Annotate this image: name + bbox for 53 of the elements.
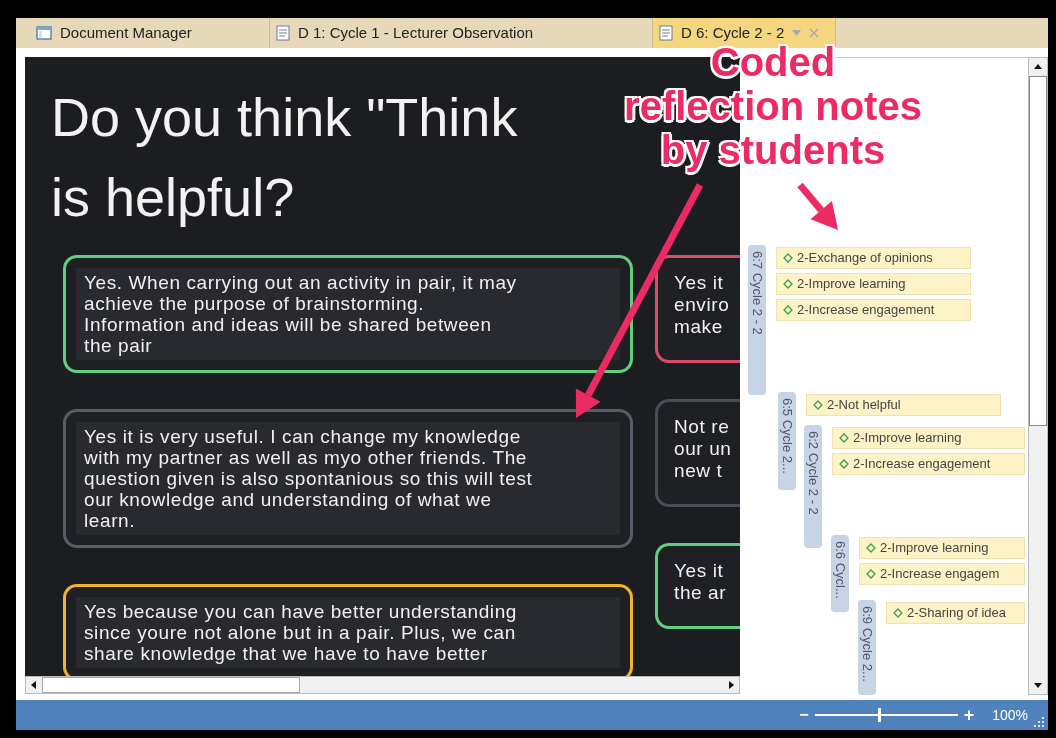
diamond-icon [783, 253, 793, 263]
code-label: 2-Improve learning [797, 275, 906, 294]
zoom-in-button[interactable]: + [963, 701, 975, 729]
segment-bar[interactable]: 6:5 Cycle 2... [778, 392, 796, 490]
zoom-reading: 100% [992, 705, 1028, 725]
diamond-icon [839, 433, 849, 443]
segment-bar[interactable]: 6:9 Cycle 2... [858, 600, 876, 695]
code-tag[interactable]: 2-Increase engagement [832, 453, 1025, 475]
scrollbar-thumb[interactable] [1029, 76, 1047, 426]
code-label: 2-Improve learning [880, 539, 989, 558]
code-tag[interactable]: 2-Improve learning [859, 537, 1025, 559]
slide-title: Do you think "Think [51, 86, 518, 149]
diamond-icon [839, 459, 849, 469]
code-label: 2-Improve learning [853, 429, 962, 448]
diamond-icon [783, 279, 793, 289]
code-label: 2-Sharing of idea [907, 604, 1006, 623]
segment-bar[interactable]: 6:2 Cycle 2 - 2 [804, 425, 822, 548]
code-label: 2-Not helpful [827, 396, 901, 415]
segment-bar[interactable]: 6:7 Cycle 2 - 2 [748, 245, 766, 395]
document-icon [276, 25, 290, 41]
answer-text: Yes it the ar [674, 560, 728, 604]
answer-text: Yes because you can have better understanding since youre not alone but in a pair. Plus, we can share knowledge that we have to have better [76, 597, 620, 668]
diamond-icon [813, 400, 823, 410]
code-label: 2-Increase engagement [797, 301, 935, 320]
answer-text: Yes it is very useful. I can change my knowledge with my partner as well as myo other friends. The question given is also spontanious so this will test our knowledge and understanding of what we learn. [76, 422, 620, 535]
slide-title: is helpful? [51, 166, 295, 229]
code-tag[interactable]: 2-Exchange of opinions [776, 247, 971, 269]
answer-text: Not re our un new t [674, 416, 733, 482]
diamond-icon [866, 543, 876, 553]
segment-bar[interactable]: 6:6 Cycl... [831, 535, 849, 612]
horizontal-scrollbar[interactable] [25, 676, 740, 694]
code-tag[interactable]: 2-Increase engagem [859, 563, 1025, 585]
answer-text: Yes it enviro make [674, 272, 731, 338]
zoom-slider[interactable] [814, 708, 958, 722]
diamond-icon [783, 305, 793, 315]
zoom-out-button[interactable]: − [799, 703, 809, 727]
code-label: 2-Increase engagem [880, 565, 1000, 584]
code-tag[interactable]: 2-Increase engagement [776, 299, 971, 321]
code-label: 2-Increase engagement [853, 455, 991, 474]
answer-text: Yes. When carrying out an activity in pair, it may achieve the purpose of brainstorming. Information and ideas will be shared between the pair [76, 268, 620, 360]
resize-grip-icon[interactable] [1034, 717, 1044, 727]
code-tag[interactable]: 2-Improve learning [832, 427, 1025, 449]
document-icon [659, 25, 673, 41]
diamond-icon [866, 569, 876, 579]
code-tag[interactable]: 2-Not helpful [806, 394, 1001, 416]
vertical-scrollbar[interactable] [1028, 57, 1048, 695]
arrow [797, 182, 838, 230]
code-tag[interactable]: 2-Improve learning [776, 273, 971, 295]
diamond-icon [893, 608, 903, 618]
window-icon [36, 25, 52, 41]
code-label: 2-Exchange of opinions [797, 249, 933, 268]
scrollbar-thumb[interactable] [42, 677, 300, 693]
code-tag[interactable]: 2-Sharing of idea [886, 602, 1025, 624]
